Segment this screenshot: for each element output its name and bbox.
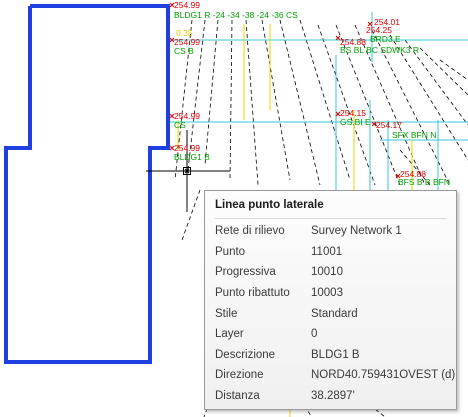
property-value: 11001: [311, 245, 343, 258]
description-label: BLDG1 B: [174, 152, 210, 162]
property-key: Punto ribattuto: [215, 287, 290, 300]
description-label: SFX BFN N: [392, 130, 436, 140]
property-value: 10010: [311, 266, 343, 279]
sight-line: [245, 19, 259, 186]
tooltip-row: Rete di rilievo Survey Network 1: [215, 221, 455, 242]
description-label: BS BL BC SDWK3 R: [340, 45, 419, 55]
sight-line: [181, 189, 201, 241]
description-label: BRD3 E: [370, 34, 401, 44]
property-key: Descrizione: [215, 348, 276, 361]
description-label: CS: [174, 120, 186, 130]
description-label: CS B: [174, 46, 194, 56]
elevation-label: 254.99: [174, 0, 200, 10]
property-value: NORD40.759431OVEST (d): [311, 369, 456, 382]
tooltip-row: Progressiva 10010: [215, 262, 455, 283]
property-key: Direzione: [215, 369, 264, 382]
sight-line: [204, 19, 219, 166]
property-value: 38.2897': [311, 390, 355, 403]
property-tooltip: Linea punto laterale Rete di rilievo Sur…: [204, 190, 457, 410]
sight-line: [439, 59, 468, 81]
sight-line: [279, 19, 321, 186]
sight-line: [229, 19, 233, 181]
tooltip-properties-table: Rete di rilievo Survey Network 1 Punto 1…: [215, 221, 455, 406]
point-labels: 254.99 BLDG1 R -24 -34 -38 -24 -36 CS 0.…: [174, 0, 450, 187]
tooltip-row: Punto 11001: [215, 242, 455, 263]
property-value: BLDG1 B: [311, 348, 360, 361]
tooltip-separator: [215, 218, 446, 219]
sight-line: [419, 47, 468, 96]
tooltip-row: Distanza 38.2897': [215, 386, 455, 407]
tooltip-row: Punto ribattuto 10003: [215, 283, 455, 304]
tooltip-title: Linea punto laterale: [215, 199, 324, 211]
property-key: Layer: [215, 328, 244, 341]
tooltip-row: Stile Standard: [215, 303, 455, 324]
description-label: BFS B B BFN: [398, 177, 450, 187]
description-label: GS BI E: [340, 117, 371, 127]
building-outline[interactable]: [4, 4, 170, 364]
property-value: Survey Network 1: [311, 225, 402, 238]
property-key: Distanza: [215, 390, 260, 403]
property-key: Rete di rilievo: [215, 225, 285, 238]
tooltip-row: Descrizione BLDG1 B: [215, 345, 455, 366]
tooltip-row: Direzione NORD40.759431OVEST (d): [215, 365, 455, 386]
elevation-label: 254.17: [376, 120, 402, 130]
description-label: BLDG1 R -24 -34 -38 -24 -36 CS: [174, 10, 298, 20]
property-key: Punto: [215, 245, 246, 258]
property-value: 0: [311, 328, 318, 341]
property-value: Standard: [311, 307, 358, 320]
property-key: Stile: [215, 307, 238, 320]
property-key: Progressiva: [215, 266, 276, 279]
tooltip-row: Layer 0: [215, 324, 455, 345]
property-value: 10003: [311, 287, 343, 300]
cyan-linework: [170, 12, 468, 190]
